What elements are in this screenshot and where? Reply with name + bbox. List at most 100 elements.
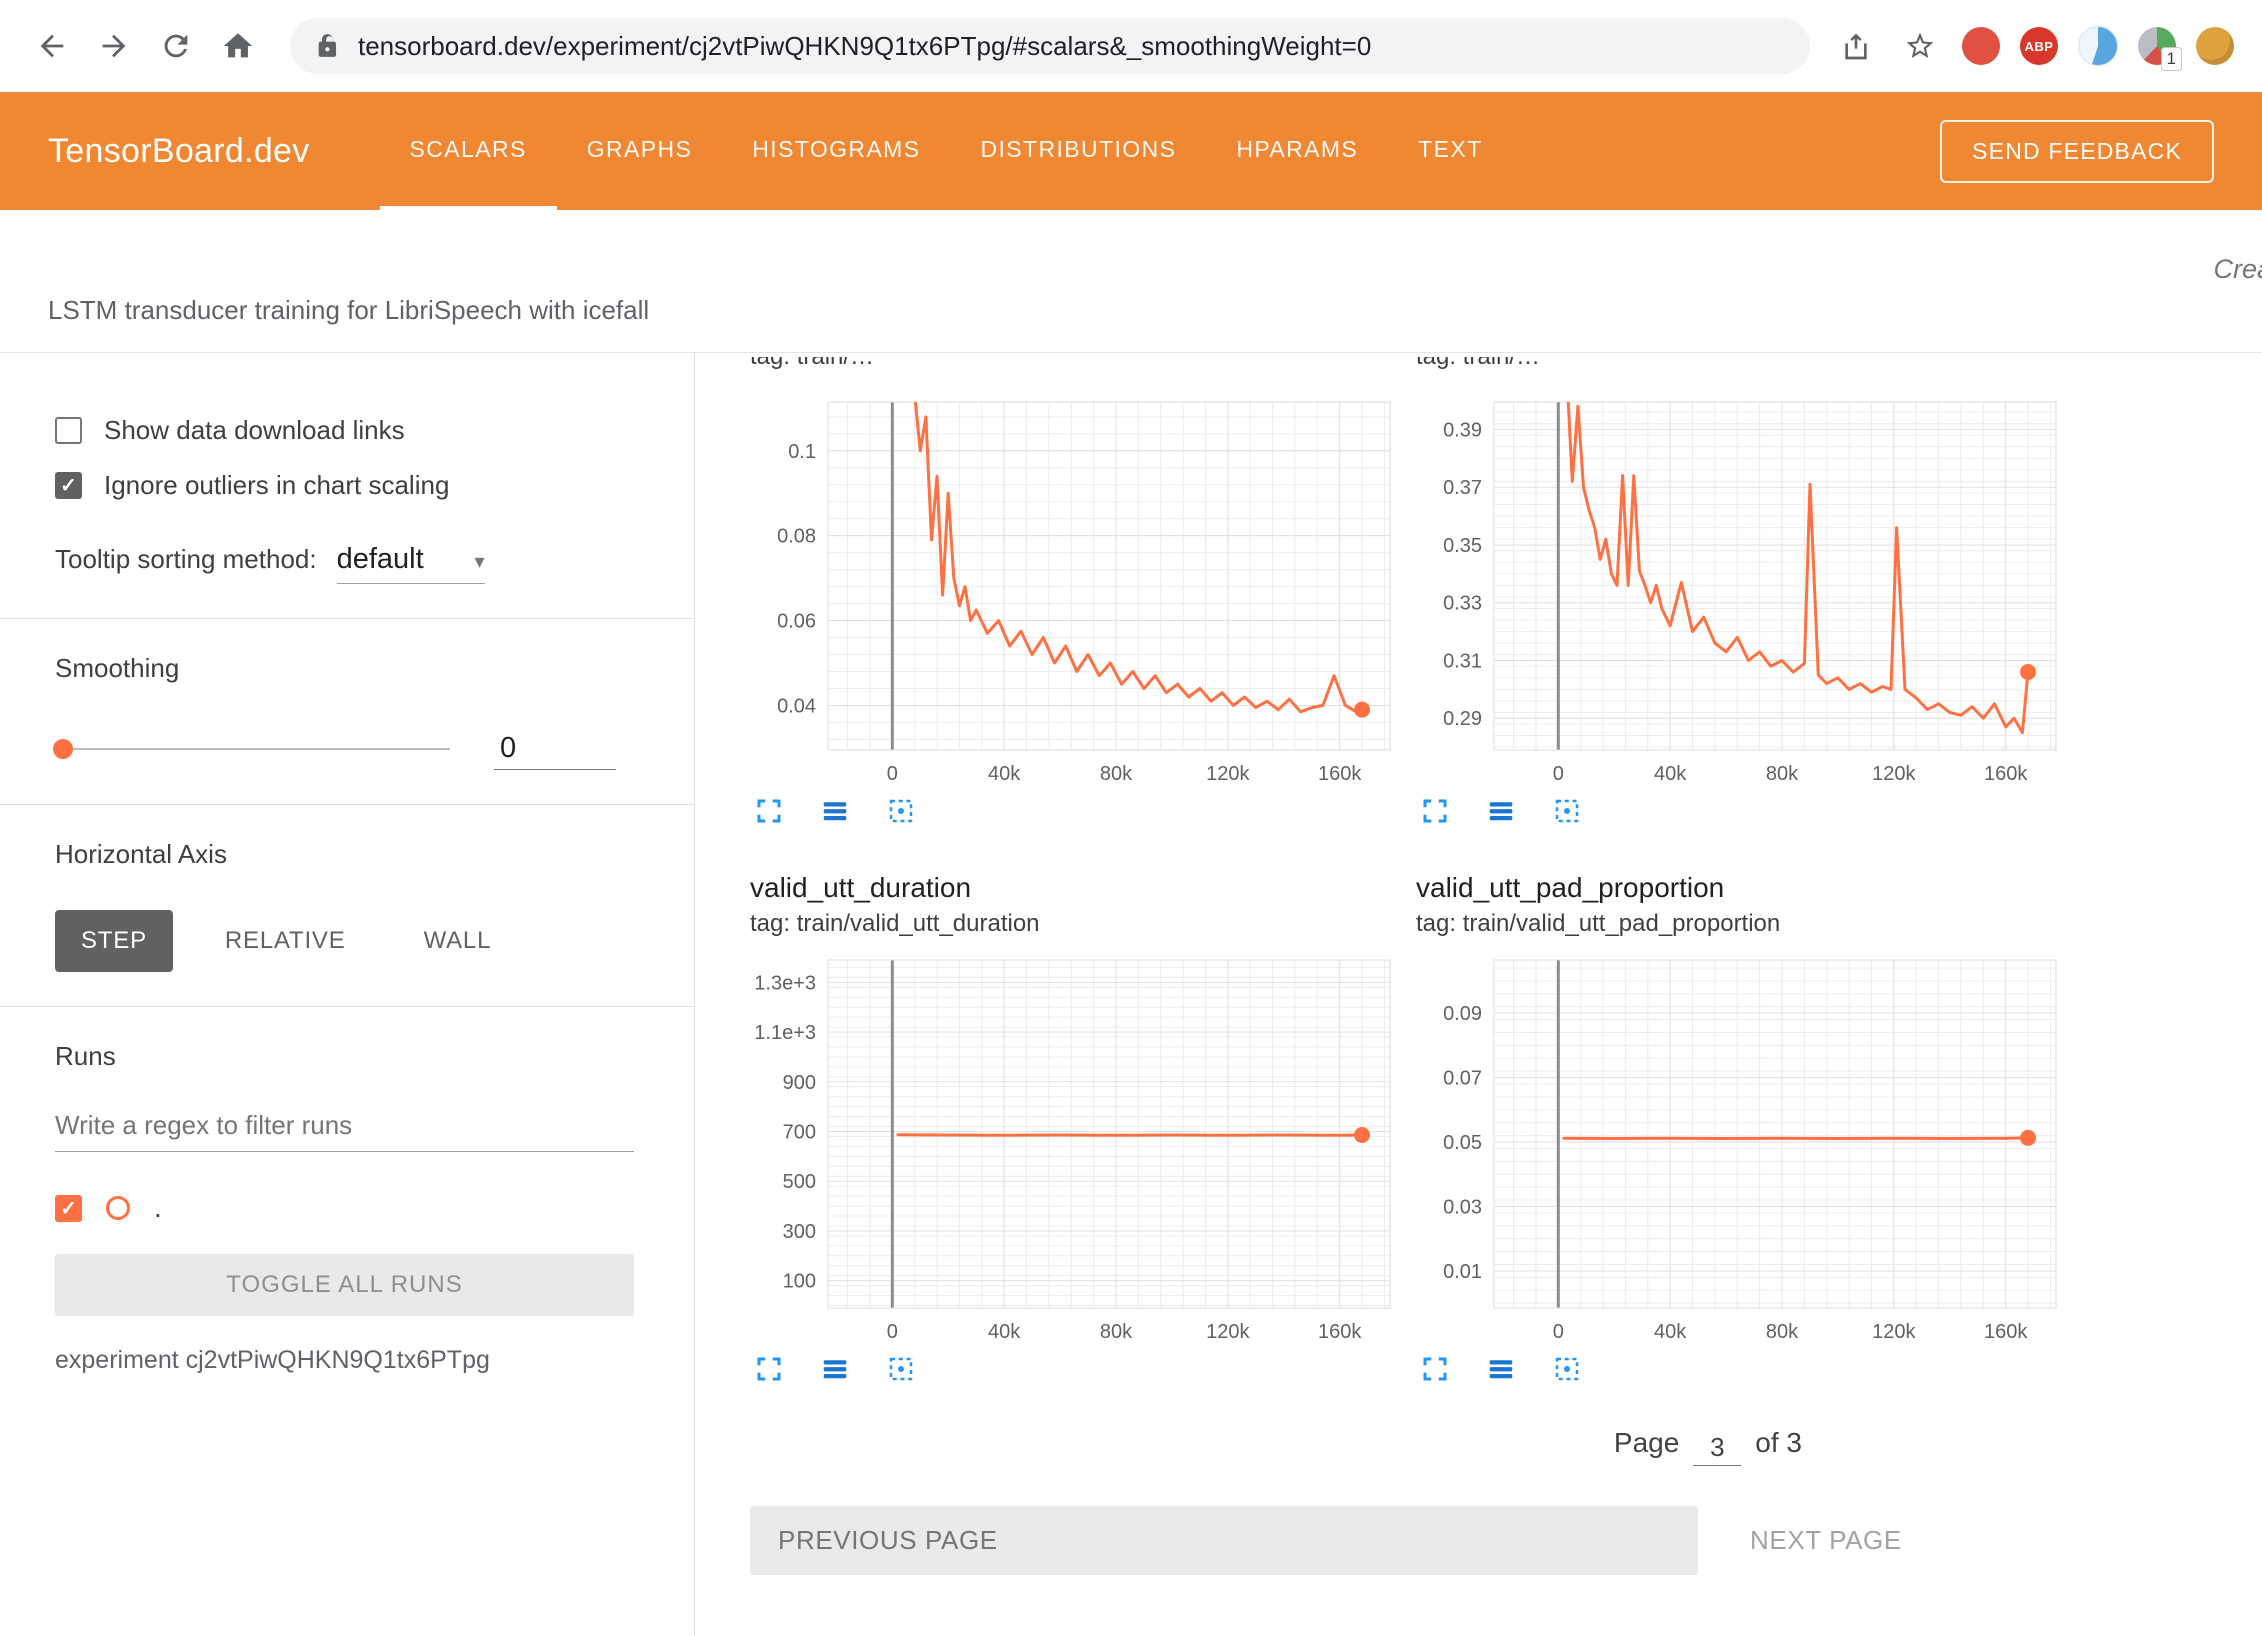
toggle-y-axis-button[interactable] [818, 794, 852, 828]
svg-text:40k: 40k [1654, 763, 1687, 785]
toggle-all-runs-button[interactable]: TOGGLE ALL RUNS [55, 1254, 634, 1316]
tooltip-sort-select[interactable]: default ▾ [337, 543, 485, 584]
svg-text:40k: 40k [1654, 1321, 1687, 1343]
fit-domain-button[interactable] [1550, 794, 1584, 828]
tab-text[interactable]: TEXT [1388, 92, 1512, 210]
page-number-input[interactable] [1693, 1430, 1741, 1466]
tab-graphs[interactable]: GRAPHS [557, 92, 723, 210]
extension-abp-icon[interactable]: ABP [2020, 27, 2058, 65]
previous-page-button[interactable]: PREVIOUS PAGE [750, 1506, 1698, 1575]
horizontal-lines-icon [1486, 1354, 1516, 1384]
extension-badge: 1 [2161, 47, 2182, 71]
fit-domain-button[interactable] [884, 1352, 918, 1386]
run-checkbox-icon[interactable]: ✓ [55, 1195, 82, 1222]
charts-grid: tag: train/… 0.040.060.080.1040k80k120k1… [750, 357, 2262, 1386]
page-total-label: of 3 [1755, 1427, 1802, 1459]
clipped-chart-header: tag: train/… [1416, 357, 2066, 372]
toggle-y-axis-button[interactable] [1484, 1352, 1518, 1386]
smoothing-label: Smoothing [55, 653, 634, 684]
extension-colored-circle-icon[interactable]: 1 [2138, 27, 2176, 65]
browser-actions: ABP 1 [1834, 24, 2238, 68]
line-chart-canvas[interactable]: 0.040.060.080.1040k80k120k160k [750, 394, 1400, 786]
svg-text:0.03: 0.03 [1443, 1197, 1482, 1219]
fit-domain-button[interactable] [884, 794, 918, 828]
share-button[interactable] [1834, 24, 1878, 68]
smoothing-value-input[interactable] [494, 728, 616, 770]
tooltip-sort-value: default [337, 543, 424, 576]
svg-text:80k: 80k [1766, 763, 1799, 785]
svg-text:0.39: 0.39 [1443, 419, 1482, 441]
nav-tabs: SCALARS GRAPHS HISTOGRAMS DISTRIBUTIONS … [380, 92, 1513, 210]
send-feedback-button[interactable]: SEND FEEDBACK [1940, 120, 2214, 183]
axis-wall-button[interactable]: WALL [398, 910, 518, 972]
checkbox-unchecked-icon [55, 417, 82, 444]
svg-text:40k: 40k [988, 763, 1021, 785]
chart-tag: tag: train/valid_utt_pad_proportion [1416, 910, 2066, 938]
expand-chart-button[interactable] [752, 1352, 786, 1386]
expand-chart-button[interactable] [1418, 794, 1452, 828]
svg-text:0.08: 0.08 [777, 526, 816, 548]
reload-icon [159, 29, 193, 63]
expand-chart-button[interactable] [752, 794, 786, 828]
line-chart-canvas[interactable]: 1003005007009001.1e+31.3e+3040k80k120k16… [750, 952, 1400, 1344]
svg-text:0.37: 0.37 [1443, 477, 1482, 499]
home-button[interactable] [210, 18, 266, 74]
expand-icon [1420, 796, 1450, 826]
extension-blue-circle-icon[interactable] [2078, 26, 2118, 66]
tab-scalars[interactable]: SCALARS [380, 92, 557, 210]
axis-relative-button[interactable]: RELATIVE [199, 910, 372, 972]
address-bar[interactable]: tensorboard.dev/experiment/cj2vtPiwQHKN9… [290, 18, 1810, 74]
svg-text:100: 100 [783, 1271, 816, 1293]
smoothing-slider[interactable] [55, 748, 450, 750]
run-name: . [154, 1192, 162, 1224]
profile-avatar-cookie-icon[interactable] [2196, 27, 2234, 65]
lock-icon [316, 33, 342, 59]
line-chart-canvas[interactable]: 0.290.310.330.350.370.39040k80k120k160k [1416, 394, 2066, 786]
app-header: TensorBoard.dev SCALARS GRAPHS HISTOGRAM… [0, 92, 2262, 210]
toggle-y-axis-button[interactable] [1484, 794, 1518, 828]
bookmark-button[interactable] [1898, 24, 1942, 68]
tooltip-sorting-row: Tooltip sorting method: default ▾ [55, 543, 634, 584]
brand-logo[interactable]: TensorBoard.dev [48, 92, 310, 210]
svg-text:0.01: 0.01 [1443, 1261, 1482, 1283]
toggle-y-axis-button[interactable] [818, 1352, 852, 1386]
show-download-links-row[interactable]: Show data download links [55, 415, 634, 446]
expand-icon [1420, 1354, 1450, 1384]
fit-domain-button[interactable] [1550, 1352, 1584, 1386]
runs-filter-input[interactable] [55, 1100, 634, 1152]
svg-text:0.33: 0.33 [1443, 593, 1482, 615]
svg-text:0.35: 0.35 [1443, 535, 1482, 557]
reload-button[interactable] [148, 18, 204, 74]
url-text: tensorboard.dev/experiment/cj2vtPiwQHKN9… [358, 31, 1371, 62]
slider-thumb[interactable] [53, 739, 73, 759]
chart-tag: tag: train/… [1416, 357, 2066, 371]
tab-hparams[interactable]: HPARAMS [1206, 92, 1388, 210]
svg-text:80k: 80k [1100, 1321, 1133, 1343]
svg-text:160k: 160k [1318, 763, 1362, 785]
forward-button[interactable] [86, 18, 142, 74]
horizontal-lines-icon [820, 1354, 850, 1384]
charts-main: tag: train/… 0.040.060.080.1040k80k120k1… [695, 353, 2262, 1636]
axis-step-button[interactable]: STEP [55, 910, 173, 972]
line-chart-canvas[interactable]: 0.010.030.050.070.09040k80k120k160k [1416, 952, 2066, 1344]
chart-title: valid_utt_pad_proportion [1416, 872, 2066, 904]
tooltip-sorting-label: Tooltip sorting method: [55, 544, 317, 575]
chart-toolbar [752, 794, 1400, 828]
content-area: Show data download links ✓ Ignore outlie… [0, 353, 2262, 1636]
page-label: Page [1614, 1427, 1679, 1459]
expand-chart-button[interactable] [1418, 1352, 1452, 1386]
tab-distributions[interactable]: DISTRIBUTIONS [951, 92, 1207, 210]
divider [0, 1006, 694, 1007]
fit-domain-icon [1552, 1354, 1582, 1384]
ignore-outliers-row[interactable]: ✓ Ignore outliers in chart scaling [55, 470, 634, 501]
run-row[interactable]: ✓ . [55, 1192, 634, 1224]
extension-red-circle-icon[interactable] [1962, 27, 2000, 65]
horizontal-axis-buttons: STEP RELATIVE WALL [55, 910, 634, 972]
svg-text:0: 0 [1553, 1321, 1564, 1343]
back-button[interactable] [24, 18, 80, 74]
next-page-button[interactable]: NEXT PAGE [1744, 1524, 1908, 1557]
tab-histograms[interactable]: HISTOGRAMS [722, 92, 950, 210]
svg-text:0.31: 0.31 [1443, 650, 1482, 672]
svg-text:0: 0 [1553, 763, 1564, 785]
forward-icon [97, 29, 131, 63]
